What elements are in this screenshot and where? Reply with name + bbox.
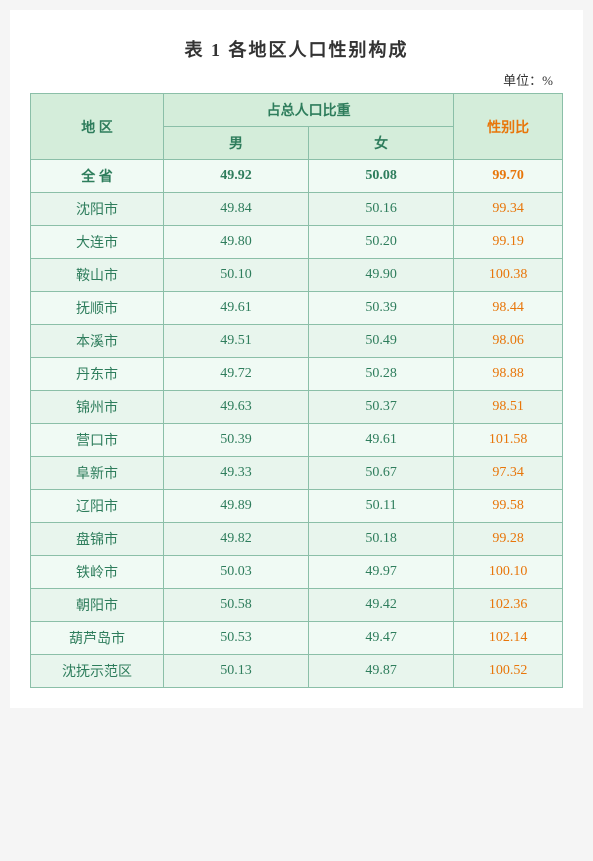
table-row: 朝阳市50.5849.42102.36 <box>31 589 563 622</box>
table-row: 本溪市49.5150.4998.06 <box>31 325 563 358</box>
cell-female: 50.20 <box>309 226 454 259</box>
cell-male: 50.39 <box>164 424 309 457</box>
table-row: 沈阳市49.8450.1699.34 <box>31 193 563 226</box>
table-title: 表 1 各地区人口性别构成 <box>10 20 583 70</box>
cell-region: 沈抚示范区 <box>31 655 164 688</box>
cell-sex-ratio: 98.44 <box>454 292 563 325</box>
cell-male: 50.53 <box>164 622 309 655</box>
cell-sex-ratio: 99.28 <box>454 523 563 556</box>
cell-region: 阜新市 <box>31 457 164 490</box>
cell-region: 本溪市 <box>31 325 164 358</box>
header-male: 男 <box>164 127 309 160</box>
cell-sex-ratio: 102.36 <box>454 589 563 622</box>
cell-sex-ratio: 97.34 <box>454 457 563 490</box>
cell-male: 49.61 <box>164 292 309 325</box>
cell-male: 49.89 <box>164 490 309 523</box>
cell-female: 49.47 <box>309 622 454 655</box>
cell-male: 49.92 <box>164 160 309 193</box>
cell-female: 50.28 <box>309 358 454 391</box>
data-table: 地 区 占总人口比重 性别比 男 女 全 省49.9250.0899.70沈阳市… <box>30 93 563 688</box>
cell-region: 盘锦市 <box>31 523 164 556</box>
cell-region: 营口市 <box>31 424 164 457</box>
header-sex-ratio: 性别比 <box>454 94 563 160</box>
cell-sex-ratio: 99.70 <box>454 160 563 193</box>
cell-region: 辽阳市 <box>31 490 164 523</box>
header-main-group: 占总人口比重 <box>164 94 454 127</box>
cell-male: 50.10 <box>164 259 309 292</box>
table-row: 铁岭市50.0349.97100.10 <box>31 556 563 589</box>
cell-female: 50.67 <box>309 457 454 490</box>
table-row: 沈抚示范区50.1349.87100.52 <box>31 655 563 688</box>
cell-region: 铁岭市 <box>31 556 164 589</box>
cell-male: 49.51 <box>164 325 309 358</box>
cell-sex-ratio: 100.10 <box>454 556 563 589</box>
table-row: 辽阳市49.8950.1199.58 <box>31 490 563 523</box>
page-container: 表 1 各地区人口性别构成 单位：% 地 区 占总人口比重 性别比 男 女 全 … <box>10 10 583 708</box>
cell-sex-ratio: 99.58 <box>454 490 563 523</box>
cell-sex-ratio: 102.14 <box>454 622 563 655</box>
cell-female: 49.90 <box>309 259 454 292</box>
cell-male: 50.03 <box>164 556 309 589</box>
unit-label: 单位：% <box>10 70 583 93</box>
cell-male: 50.58 <box>164 589 309 622</box>
cell-sex-ratio: 99.34 <box>454 193 563 226</box>
header-region: 地 区 <box>31 94 164 160</box>
cell-female: 50.16 <box>309 193 454 226</box>
table-row: 大连市49.8050.2099.19 <box>31 226 563 259</box>
cell-region: 大连市 <box>31 226 164 259</box>
cell-region: 朝阳市 <box>31 589 164 622</box>
cell-female: 49.87 <box>309 655 454 688</box>
cell-region: 抚顺市 <box>31 292 164 325</box>
table-row: 抚顺市49.6150.3998.44 <box>31 292 563 325</box>
table-row: 葫芦岛市50.5349.47102.14 <box>31 622 563 655</box>
cell-male: 49.72 <box>164 358 309 391</box>
cell-region: 葫芦岛市 <box>31 622 164 655</box>
cell-female: 49.42 <box>309 589 454 622</box>
cell-male: 49.33 <box>164 457 309 490</box>
cell-sex-ratio: 99.19 <box>454 226 563 259</box>
table-row: 丹东市49.7250.2898.88 <box>31 358 563 391</box>
cell-sex-ratio: 100.38 <box>454 259 563 292</box>
cell-female: 50.18 <box>309 523 454 556</box>
table-row: 全 省49.9250.0899.70 <box>31 160 563 193</box>
cell-sex-ratio: 101.58 <box>454 424 563 457</box>
cell-region: 全 省 <box>31 160 164 193</box>
table-row: 锦州市49.6350.3798.51 <box>31 391 563 424</box>
cell-female: 50.37 <box>309 391 454 424</box>
table-row: 营口市50.3949.61101.58 <box>31 424 563 457</box>
header-female: 女 <box>309 127 454 160</box>
cell-region: 沈阳市 <box>31 193 164 226</box>
cell-female: 49.97 <box>309 556 454 589</box>
cell-sex-ratio: 98.88 <box>454 358 563 391</box>
cell-male: 49.80 <box>164 226 309 259</box>
cell-female: 50.11 <box>309 490 454 523</box>
cell-female: 50.49 <box>309 325 454 358</box>
cell-female: 50.39 <box>309 292 454 325</box>
cell-region: 丹东市 <box>31 358 164 391</box>
cell-sex-ratio: 100.52 <box>454 655 563 688</box>
table-row: 阜新市49.3350.6797.34 <box>31 457 563 490</box>
table-row: 盘锦市49.8250.1899.28 <box>31 523 563 556</box>
cell-male: 49.63 <box>164 391 309 424</box>
cell-region: 鞍山市 <box>31 259 164 292</box>
cell-male: 49.84 <box>164 193 309 226</box>
cell-sex-ratio: 98.51 <box>454 391 563 424</box>
cell-region: 锦州市 <box>31 391 164 424</box>
cell-female: 49.61 <box>309 424 454 457</box>
cell-female: 50.08 <box>309 160 454 193</box>
cell-male: 50.13 <box>164 655 309 688</box>
table-row: 鞍山市50.1049.90100.38 <box>31 259 563 292</box>
cell-male: 49.82 <box>164 523 309 556</box>
cell-sex-ratio: 98.06 <box>454 325 563 358</box>
